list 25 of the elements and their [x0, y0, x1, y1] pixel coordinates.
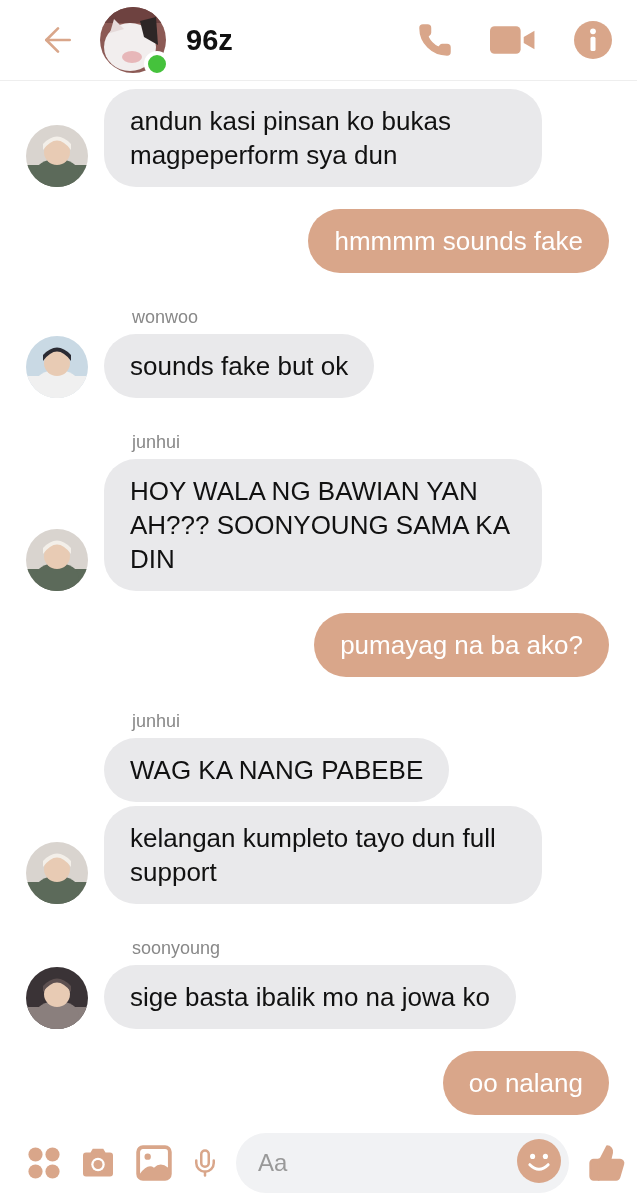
message-bubble: WAG KA NANG PABEBE	[104, 738, 450, 802]
message-bubble: HOY WALA NG BAWIAN YAN AH??? SOONYOUNG SAMA KA DIN	[104, 459, 542, 591]
message-input-field[interactable]: Aa	[236, 1133, 569, 1193]
thumbs-up-icon	[587, 1143, 627, 1183]
sender-name: soonyoung	[132, 938, 222, 959]
message-bubble: andun kasi pinsan ko bukas magpeperform sya dun	[104, 89, 542, 187]
gallery-button[interactable]	[134, 1143, 174, 1183]
emoji-button[interactable]	[517, 1141, 561, 1181]
message-bubble: hmmmm sounds fake	[308, 209, 609, 273]
info-button[interactable]	[573, 20, 613, 60]
image-icon	[135, 1144, 173, 1182]
phone-icon	[417, 22, 453, 58]
message-bubble: oo nalang	[442, 1051, 609, 1115]
message-bubble: sige basta ibalik mo na jowa ko	[104, 965, 516, 1029]
sender-name: junhui	[132, 432, 182, 453]
info-icon	[574, 21, 612, 59]
message-bubble: pumayag na ba ako?	[314, 613, 609, 677]
message-bubble: sounds fake but ok	[104, 334, 375, 398]
video-camera-icon	[490, 24, 536, 56]
sender-name: wonwoo	[132, 307, 200, 328]
smiley-icon	[517, 1139, 561, 1183]
four-dots-icon	[27, 1146, 61, 1180]
chat-title: 96z	[186, 23, 234, 57]
sender-name: junhui	[132, 711, 182, 732]
message-bubble: kelangan kumpleto tayo dun full support	[104, 806, 542, 904]
